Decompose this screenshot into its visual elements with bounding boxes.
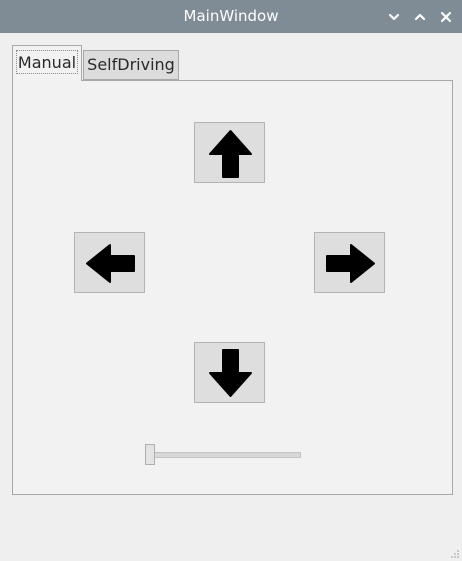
tab-manual-label: Manual bbox=[16, 50, 78, 74]
down-arrow-icon bbox=[209, 349, 252, 397]
tab-manual[interactable]: Manual bbox=[12, 45, 82, 81]
right-arrow-icon bbox=[326, 244, 375, 283]
close-button[interactable] bbox=[438, 9, 454, 25]
resize-grip-icon[interactable] bbox=[450, 549, 460, 559]
minimize-icon bbox=[388, 13, 400, 21]
maximize-icon bbox=[414, 13, 426, 21]
speed-slider-track[interactable] bbox=[150, 452, 301, 458]
right-button[interactable] bbox=[314, 232, 385, 293]
close-icon bbox=[440, 11, 452, 23]
main-window: MainWindow Manual SelfDriving bbox=[0, 0, 462, 561]
tab-selfdriving[interactable]: SelfDriving bbox=[83, 50, 179, 80]
speed-slider-handle[interactable] bbox=[145, 444, 155, 465]
backward-button[interactable] bbox=[194, 342, 265, 403]
left-arrow-icon bbox=[86, 244, 135, 283]
forward-button[interactable] bbox=[194, 122, 265, 183]
up-arrow-icon bbox=[209, 130, 252, 178]
title-bar[interactable]: MainWindow bbox=[0, 0, 462, 33]
left-button[interactable] bbox=[74, 232, 145, 293]
maximize-button[interactable] bbox=[412, 9, 428, 25]
minimize-button[interactable] bbox=[386, 9, 402, 25]
